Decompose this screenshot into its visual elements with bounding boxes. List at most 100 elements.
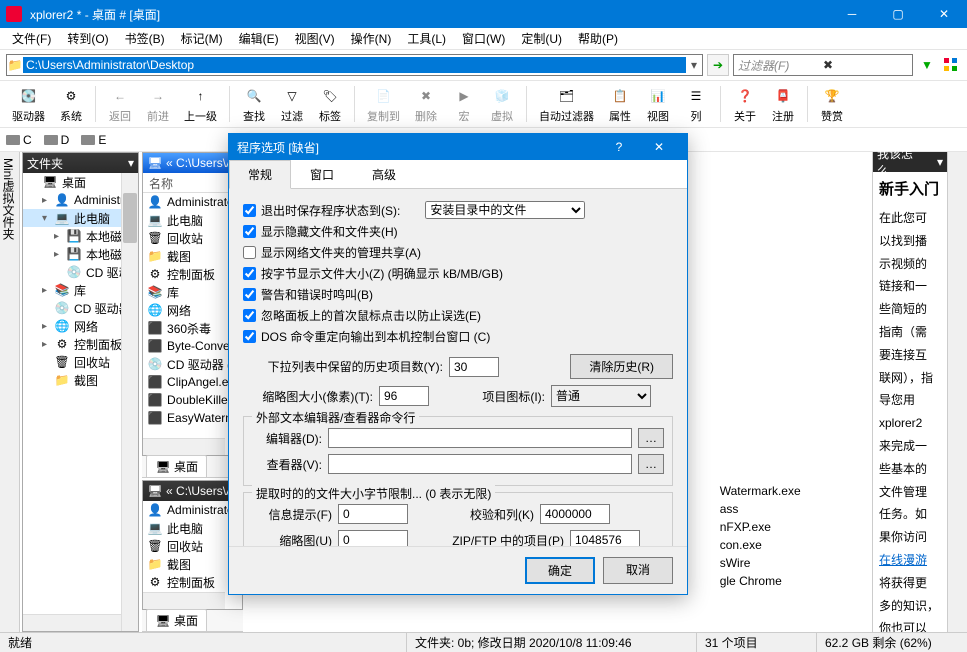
dialog-close-button[interactable]: ✕ <box>639 134 679 160</box>
tab-desktop-2[interactable]: 🖥桌面 <box>146 609 207 631</box>
help-button[interactable]: ? <box>599 134 639 160</box>
menu-编辑(E)[interactable]: 编辑(E) <box>231 28 287 49</box>
close-button[interactable]: ✕ <box>921 0 967 28</box>
editor-input[interactable] <box>328 428 632 448</box>
thumb-size-input[interactable] <box>379 386 429 406</box>
folder-tree[interactable]: 🖥桌面▸👤Administrat▾💻此电脑▸💾本地磁盘▸💾本地磁盘💿CD 驱动▸… <box>23 173 138 631</box>
list-item[interactable]: ⬛DoubleKille <box>143 391 242 409</box>
file-list-1[interactable]: 👤Administrator💻此电脑🗑回收站📁截图⚙控制面板📚库🌐网络⬛360杀… <box>143 193 242 455</box>
tab-desktop[interactable]: 🖥桌面 <box>146 455 207 477</box>
menu-标记(M)[interactable]: 标记(M) <box>173 28 231 49</box>
column-header-name[interactable]: 名称 <box>143 173 242 193</box>
tab-window[interactable]: 窗口 <box>291 160 353 188</box>
checksum-limit-input[interactable] <box>540 504 610 524</box>
maximize-button[interactable]: ▢ <box>875 0 921 28</box>
history-input[interactable] <box>449 357 499 377</box>
tbtn-驱动器[interactable]: 💽驱动器 <box>6 83 51 126</box>
tbtn-注册[interactable]: 📮注册 <box>765 83 801 126</box>
list-item[interactable]: ⚙控制面板 <box>143 265 242 283</box>
scrollbar-vertical[interactable] <box>121 173 138 631</box>
left-vtab[interactable]: Mini虚拟文件夹 <box>0 152 20 632</box>
tbtn-视图[interactable]: 📊视图 <box>640 83 676 126</box>
viewer-input[interactable] <box>328 454 632 474</box>
list-item[interactable]: Watermark.exe <box>716 482 872 500</box>
list-item[interactable]: 📁截图 <box>143 555 242 573</box>
list-item[interactable]: 💻此电脑 <box>143 211 242 229</box>
browse-viewer-button[interactable]: … <box>638 454 664 474</box>
tbtn-赞赏[interactable]: 🏆赞赏 <box>814 83 850 126</box>
tab-general[interactable]: 常规 <box>229 160 291 189</box>
menu-文件(F)[interactable]: 文件(F) <box>4 28 59 49</box>
drive-E[interactable]: E <box>81 133 106 147</box>
scrollbar-horizontal[interactable] <box>143 592 225 609</box>
list-item[interactable]: ⬛ClipAngel.e <box>143 373 242 391</box>
menu-窗口(W)[interactable]: 窗口(W) <box>454 28 513 49</box>
tbtn-自动过滤器[interactable]: 🗂自动过滤器 <box>533 83 600 126</box>
list-item[interactable]: ass <box>716 500 872 518</box>
tab-advanced[interactable]: 高级 <box>353 160 415 188</box>
tbtn-过滤[interactable]: ▽过滤 <box>274 83 310 126</box>
chk-save-state[interactable] <box>243 204 256 217</box>
list-item[interactable]: 👤Administrator <box>143 501 242 519</box>
grid-icon[interactable] <box>941 55 961 75</box>
browse-editor-button[interactable]: … <box>638 428 664 448</box>
tbtn-属性[interactable]: 📋属性 <box>602 83 638 126</box>
help-link[interactable]: 在线漫游 <box>879 553 927 567</box>
funnel-icon[interactable]: ▼ <box>917 55 937 75</box>
tbtn-标签[interactable]: 🏷标签 <box>312 83 348 126</box>
list-item[interactable]: ⬛EasyWaterm <box>143 409 242 427</box>
scrollbar-horizontal[interactable] <box>23 614 121 631</box>
chk-firstclick[interactable] <box>243 309 256 322</box>
list-item[interactable]: 📁截图 <box>143 247 242 265</box>
tbtn-列[interactable]: ☰列 <box>678 83 714 126</box>
chk-beep[interactable] <box>243 288 256 301</box>
chk-admin-shares[interactable] <box>243 246 256 259</box>
info-limit-input[interactable] <box>338 504 408 524</box>
menu-工具(L)[interactable]: 工具(L) <box>399 28 454 49</box>
tbtn-关于[interactable]: ❓关于 <box>727 83 763 126</box>
tbtn-上一级[interactable]: ↑上一级 <box>178 83 223 126</box>
list-item[interactable]: 🗑回收站 <box>143 229 242 247</box>
thumb-limit-input[interactable] <box>338 530 408 546</box>
file-list-2[interactable]: 👤Administrator💻此电脑🗑回收站📁截图⚙控制面板📚库 <box>143 501 242 609</box>
list-item[interactable]: nFXP.exe <box>716 518 872 536</box>
chevron-down-icon[interactable]: ▾ <box>128 156 134 170</box>
list-item[interactable]: 🌐网络 <box>143 301 242 319</box>
chk-dos[interactable] <box>243 330 256 343</box>
list-item[interactable]: ⬛360杀毒 <box>143 319 242 337</box>
menu-转到(O)[interactable]: 转到(O) <box>59 28 116 49</box>
filter-input[interactable]: 过滤器(F) ✖ <box>733 54 913 76</box>
minimize-button[interactable]: ─ <box>829 0 875 28</box>
cancel-button[interactable]: 取消 <box>603 557 673 584</box>
dropdown-icon[interactable]: ▾ <box>686 58 702 72</box>
list-item[interactable]: ⬛Byte-Conve <box>143 337 242 355</box>
list-item[interactable]: 💻此电脑 <box>143 519 242 537</box>
menu-定制(U)[interactable]: 定制(U) <box>513 28 570 49</box>
list-item[interactable]: sWire <box>716 554 872 572</box>
list-item[interactable]: 📚库 <box>143 283 242 301</box>
chevron-down-icon[interactable]: ▾ <box>937 155 943 169</box>
zip-limit-input[interactable] <box>570 530 640 546</box>
clear-filter-icon[interactable]: ✖ <box>823 58 908 72</box>
drive-C[interactable]: C <box>6 133 32 147</box>
list-item[interactable]: 🗑回收站 <box>143 537 242 555</box>
go-button[interactable]: ➔ <box>707 54 729 76</box>
list-item[interactable]: con.exe <box>716 536 872 554</box>
drive-D[interactable]: D <box>44 133 70 147</box>
address-combo[interactable]: 📁 C:\Users\Administrator\Desktop ▾ <box>6 54 703 76</box>
menu-操作(N)[interactable]: 操作(N) <box>343 28 400 49</box>
tbtn-系统[interactable]: ⚙系统 <box>53 83 89 126</box>
list-item[interactable]: 👤Administrator <box>143 193 242 211</box>
ok-button[interactable]: 确定 <box>525 557 595 584</box>
list-item[interactable]: gle Chrome <box>716 572 872 590</box>
chk-bytes[interactable] <box>243 267 256 280</box>
list-item[interactable]: 💿CD 驱动器 ( <box>143 355 242 373</box>
clear-history-button[interactable]: 清除历史(R) <box>570 354 673 379</box>
icon-select[interactable]: 普通 <box>551 385 651 407</box>
tbtn-查找[interactable]: 🔍查找 <box>236 83 272 126</box>
right-vtab[interactable] <box>947 152 967 632</box>
chk-hidden[interactable] <box>243 225 256 238</box>
menu-书签(B)[interactable]: 书签(B) <box>117 28 173 49</box>
scrollbar-horizontal[interactable] <box>143 438 225 455</box>
menu-视图(V)[interactable]: 视图(V) <box>287 28 343 49</box>
